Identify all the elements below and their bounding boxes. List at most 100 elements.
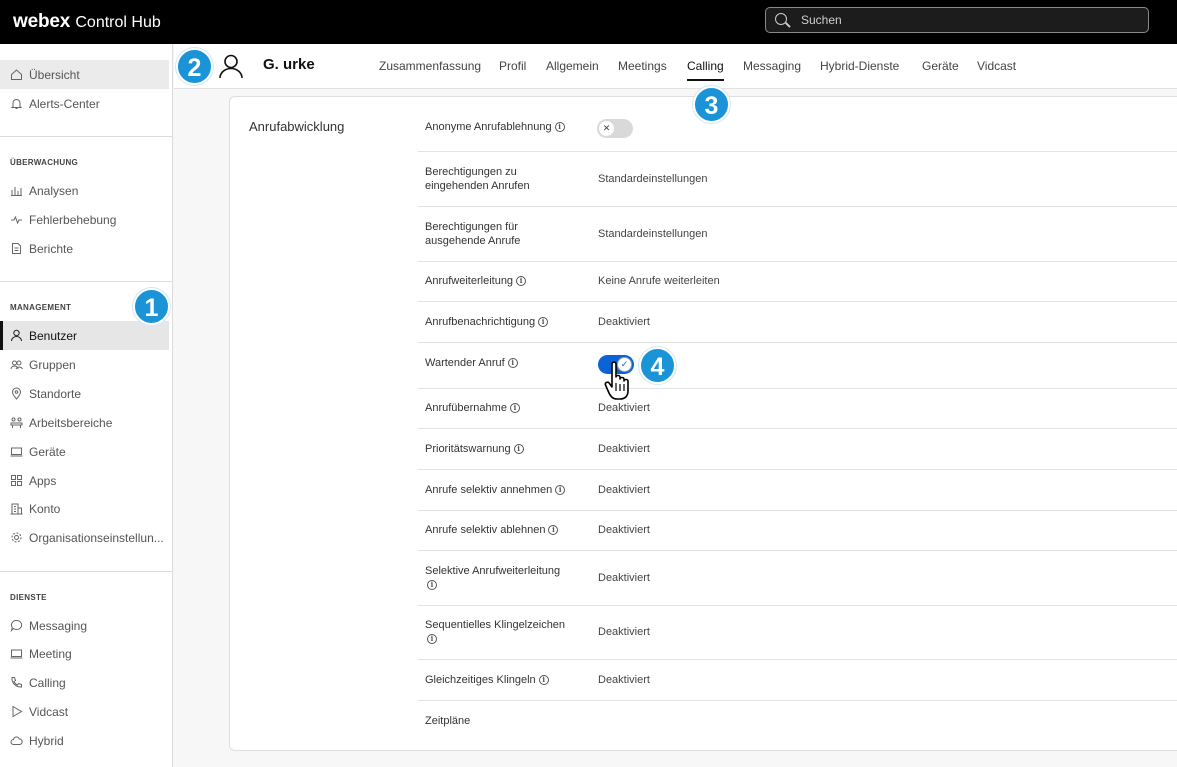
sidebar-item-uebersicht[interactable]: Übersicht xyxy=(0,60,169,89)
setting-value-anrufweiterleitung[interactable]: Keine Anrufe weiterleiten xyxy=(598,275,720,287)
info-icon[interactable]: i xyxy=(554,122,565,132)
meeting-icon xyxy=(10,647,23,660)
row-divider xyxy=(418,261,1177,262)
setting-label-eingehende-berechtigungen: Berechtigungen zu eingehenden Anrufen xyxy=(425,166,530,192)
info-icon[interactable]: i xyxy=(516,276,527,286)
setting-label-anonyme-anrufablehnung: Anonyme Anrufablehnung i xyxy=(425,120,565,134)
tab-meetings[interactable]: Meetings xyxy=(618,59,667,73)
setting-label-anrufbenachrichtigung: Anrufbenachrichtigung i xyxy=(425,315,549,329)
setting-label-anrufuebernahme: Anrufübernahme i xyxy=(425,401,520,415)
tab-calling[interactable]: Calling xyxy=(687,59,724,81)
user-icon xyxy=(10,329,23,342)
sidebar-item-hybrid[interactable]: Hybrid xyxy=(0,726,169,755)
setting-value-gleichzeitiges-klingeln[interactable]: Deaktiviert xyxy=(598,674,650,686)
sidebar-item-konto[interactable]: Konto xyxy=(0,494,169,523)
user-name: G. urke xyxy=(263,56,315,73)
tab-geraete[interactable]: Geräte xyxy=(922,59,959,73)
info-icon[interactable]: i xyxy=(555,485,566,495)
setting-value-eingehende-berechtigungen[interactable]: Standardeinstellungen xyxy=(598,173,707,185)
gear-icon xyxy=(10,531,23,544)
tab-profil[interactable]: Profil xyxy=(499,59,526,73)
setting-label-gleichzeitiges-klingeln: Gleichzeitiges Klingeln i xyxy=(425,673,549,687)
analytics-icon xyxy=(10,184,23,197)
webex-logo[interactable]: webex Control Hub xyxy=(13,11,161,33)
sidebar-item-geraete[interactable]: Geräte xyxy=(0,437,169,466)
tab-vidcast[interactable]: Vidcast xyxy=(977,59,1016,73)
sidebar-item-messaging[interactable]: Messaging xyxy=(0,611,169,640)
toggle-anonyme-anrufablehnung[interactable]: ✕ xyxy=(597,119,633,138)
top-bar: webex Control Hub Suchen xyxy=(0,0,1177,44)
step-badge-4: 4 xyxy=(639,347,676,384)
cloud-icon xyxy=(10,734,23,747)
row-divider xyxy=(418,206,1177,207)
setting-label-zeitplaene[interactable]: Zeitpläne xyxy=(425,714,470,728)
row-divider xyxy=(418,550,1177,551)
home-icon xyxy=(10,68,23,81)
setting-label-ausgehende-berechtigungen: Berechtigungen für ausgehende Anrufe xyxy=(425,221,521,247)
sidebar-item-gruppen[interactable]: Gruppen xyxy=(0,350,169,379)
row-divider xyxy=(418,605,1177,606)
row-divider xyxy=(418,428,1177,429)
tab-zusammenfassung[interactable]: Zusammenfassung xyxy=(379,59,481,73)
tab-allgemein[interactable]: Allgemein xyxy=(546,59,599,73)
info-icon[interactable]: i xyxy=(548,525,559,535)
setting-value-sequentielles-klingelzeichen[interactable]: Deaktiviert xyxy=(598,626,650,638)
row-divider xyxy=(418,301,1177,302)
sidebar-item-calling[interactable]: Calling xyxy=(0,668,169,697)
setting-label-selektiv-annehmen: Anrufe selektiv annehmen i xyxy=(425,483,566,497)
setting-value-selektiv-ablehnen[interactable]: Deaktiviert xyxy=(598,524,650,536)
sidebar-item-meeting[interactable]: Meeting xyxy=(0,639,169,668)
location-icon xyxy=(10,387,23,400)
sidebar-item-arbeitsbereiche[interactable]: Arbeitsbereiche xyxy=(0,408,169,437)
setting-value-prioritaetswarnung[interactable]: Deaktiviert xyxy=(598,443,650,455)
user-header: G. urke Zusammenfassung Profil Allgemein… xyxy=(174,44,1177,89)
info-icon[interactable]: i xyxy=(513,444,524,454)
group-icon xyxy=(10,358,23,371)
setting-label-prioritaetswarnung: Prioritätswarnung i xyxy=(425,442,524,456)
divider xyxy=(0,281,172,282)
divider xyxy=(0,571,172,572)
setting-label-anrufweiterleitung: Anrufweiterleitung i xyxy=(425,274,527,288)
info-icon[interactable]: i xyxy=(538,675,549,685)
row-divider xyxy=(418,469,1177,470)
apps-icon xyxy=(10,474,23,487)
pulse-icon xyxy=(10,213,23,226)
row-divider xyxy=(418,659,1177,660)
sidebar-item-apps[interactable]: Apps xyxy=(0,466,169,495)
setting-value-ausgehende-berechtigungen[interactable]: Standardeinstellungen xyxy=(598,228,707,240)
sidebar-item-fehlerbehebung[interactable]: Fehlerbehebung xyxy=(0,205,169,234)
search-icon xyxy=(775,13,787,25)
setting-label-sequentielles-klingelzeichen: Sequentielles Klingelzeichen i xyxy=(425,619,566,644)
sidebar-item-benutzer[interactable]: Benutzer xyxy=(0,321,169,350)
search-input[interactable]: Suchen xyxy=(765,7,1149,33)
tab-messaging[interactable]: Messaging xyxy=(743,59,801,73)
sidebar-item-analysen[interactable]: Analysen xyxy=(0,176,169,205)
sidebar-item-vidcast[interactable]: Vidcast xyxy=(0,697,169,726)
info-icon[interactable]: i xyxy=(509,403,520,413)
sidebar-item-standorte[interactable]: Standorte xyxy=(0,379,169,408)
info-icon[interactable]: i xyxy=(427,580,437,590)
info-icon[interactable]: i xyxy=(538,317,549,327)
tab-hybrid-dienste[interactable]: Hybrid-Dienste xyxy=(820,59,899,73)
setting-value-anrufuebernahme[interactable]: Deaktiviert xyxy=(598,402,650,414)
setting-value-selektive-weiterleitung[interactable]: Deaktiviert xyxy=(598,572,650,584)
vidcast-icon xyxy=(10,705,23,718)
row-divider xyxy=(418,700,1177,701)
hand-cursor-icon xyxy=(604,361,629,400)
chat-icon xyxy=(10,619,23,632)
info-icon[interactable]: i xyxy=(427,634,437,644)
sidebar-item-berichte[interactable]: Berichte xyxy=(0,234,169,263)
phone-icon xyxy=(10,676,23,689)
info-icon[interactable]: i xyxy=(507,358,518,368)
row-divider xyxy=(418,151,1177,152)
step-badge-2: 2 xyxy=(176,48,213,85)
setting-label-selektiv-ablehnen: Anrufe selektiv ablehnen i xyxy=(425,523,559,537)
sidebar-item-alerts-center[interactable]: Alerts-Center xyxy=(0,89,169,118)
sidebar-item-organisationseinstellungen[interactable]: Organisationseinstellun... xyxy=(0,523,169,552)
setting-label-selektive-weiterleitung: Selektive Anrufweiterleitung i xyxy=(425,565,561,590)
setting-value-anrufbenachrichtigung[interactable]: Deaktiviert xyxy=(598,316,650,328)
row-divider xyxy=(418,388,1177,389)
setting-value-selektiv-annehmen[interactable]: Deaktiviert xyxy=(598,484,650,496)
sidebar: Übersicht Alerts-Center ÜBERWACHUNG Anal… xyxy=(0,44,173,767)
device-icon xyxy=(10,445,23,458)
